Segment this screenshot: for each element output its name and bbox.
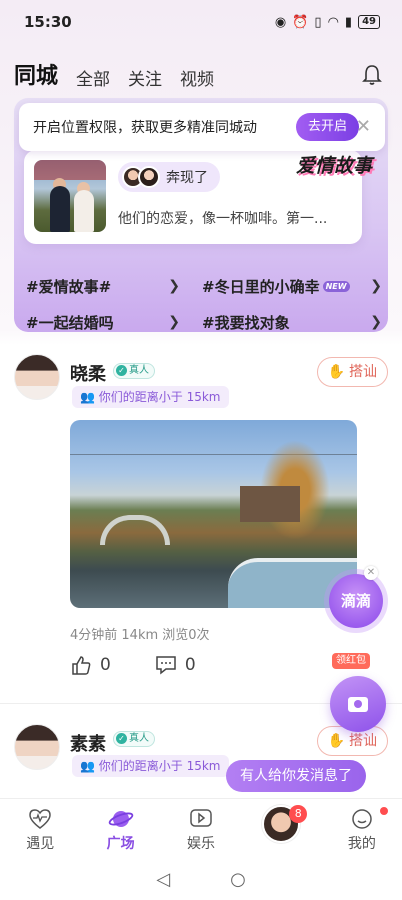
topic-label: #冬日里的小确幸 [202,277,320,296]
status-bar: 15:30 ◉ ⏰ ▯ ◠ ▮ 49 [0,0,402,44]
unread-badge: 8 [289,805,308,823]
post-meta: 4分钟前 14km 浏览0次 [70,628,210,643]
story-photo [34,160,106,232]
avatar[interactable] [14,724,60,770]
nav-label: 娱乐 [187,836,216,852]
bell-icon[interactable] [362,64,382,86]
users-icon: 👥 [80,759,99,773]
new-message-toast[interactable]: 有人给你发消息了 [226,760,366,792]
greet-label: 搭讪 [349,733,377,749]
verified-label: 真人 [129,365,149,376]
topic-item[interactable]: #一起结婚吗 ❯ [26,312,202,333]
topic-item[interactable]: #冬日里的小确幸 NEW ❯ [202,276,382,297]
nav-item-mine[interactable]: 我的 [322,799,402,858]
tab-all[interactable]: 全部 [76,65,110,90]
post-actions: 0 0 [70,654,196,676]
distance-label: 你们的距离小于 15km [98,390,221,404]
location-message: 开启位置权限，获取更多精准同城动 [33,120,257,136]
topic-item[interactable]: #爱情故事# ❯ [26,276,202,297]
new-badge: NEW [322,280,350,292]
check-icon: ✓ [116,733,127,744]
status-time: 15:30 [24,13,72,31]
wave-icon: ✋ [327,733,345,749]
pill-label: 奔现了 [166,170,208,186]
chevron-right-icon: ❯ [168,278,180,294]
enable-location-button[interactable]: 去开启 [296,113,360,141]
signal-icon: ▮ [344,14,353,30]
like-count: 0 [100,655,111,675]
distance-tag: 👥 你们的距离小于 15km [72,386,229,408]
face-icon [322,805,402,833]
nav-label: 广场 [106,836,135,852]
chevron-right-icon: ❯ [168,314,180,330]
topic-item[interactable]: #我要找对象 ❯ [202,312,382,333]
topic-label: #爱情故事# [26,277,112,296]
username[interactable]: 晓柔 [70,360,106,386]
verified-badge: ✓ 真人 [113,363,155,379]
comment-button[interactable]: 0 [155,654,196,676]
chevron-right-icon: ❯ [370,278,382,294]
users-icon: 👥 [80,390,99,404]
thumbs-up-icon [72,656,91,675]
nav-label: 我的 [347,836,376,852]
couple-pill: 奔现了 [118,162,220,192]
greet-button[interactable]: ✋ 搭讪 [316,357,388,387]
nav-item-square[interactable]: 广场 [80,799,160,858]
topic-label: #我要找对象 [202,313,290,332]
post-photo[interactable] [70,420,357,608]
topic-label: #一起结婚吗 [26,313,114,332]
location-permission-toast: 开启位置权限，获取更多精准同城动 去开启 ✕ [19,103,385,151]
nav-item-entertainment[interactable]: 娱乐 [161,799,241,858]
heartbeat-icon [0,805,80,833]
nav-item-messages[interactable]: 8 [241,799,321,858]
like-button[interactable]: 0 [70,654,111,676]
verified-badge: ✓ 真人 [113,731,155,747]
play-icon [161,805,241,833]
close-icon[interactable]: ✕ [356,116,371,137]
vibrate-icon: ▯ [314,14,322,30]
eye-icon: ◉ [274,14,287,30]
camera-post-button[interactable] [330,676,386,732]
username[interactable]: 素素 [70,730,106,756]
didi-float-button[interactable]: 滴滴 [329,574,383,628]
wave-icon: ✋ [327,364,345,380]
nav-item-meet[interactable]: 遇见 [0,799,80,858]
top-tabs: 同城 全部 关注 视频 [14,56,386,90]
tab-local[interactable]: 同城 [14,58,58,90]
alarm-icon: ⏰ [292,14,309,30]
wifi-icon: ◠ [327,14,339,30]
avatar[interactable] [14,354,60,400]
tab-video[interactable]: 视频 [180,65,214,90]
status-icons: ◉ ⏰ ▯ ◠ ▮ 49 [275,15,380,30]
red-packet-badge[interactable]: 领红包 [332,653,370,669]
back-icon[interactable]: ◁ [156,869,170,890]
topic-list: #爱情故事# ❯ #冬日里的小确幸 NEW ❯ #一起结婚吗 ❯ #我要找对象 … [26,268,382,340]
comment-icon [156,656,176,675]
notification-dot [379,807,388,815]
check-icon: ✓ [116,365,127,376]
distance-label: 你们的距离小于 15km [98,759,221,773]
system-nav-bar: ◁ ○ [0,858,402,900]
chevron-right-icon: ❯ [370,314,382,330]
avatar [138,166,160,188]
tab-following[interactable]: 关注 [128,65,162,90]
nav-label: 遇见 [26,836,55,852]
story-description: 他们的恋爱，像一杯咖啡。第一... [118,211,328,227]
home-icon[interactable]: ○ [230,869,246,890]
close-icon[interactable]: ✕ [364,566,378,580]
greet-label: 搭讪 [349,364,377,380]
love-story-badge: 爱情故事 [295,155,372,177]
comment-count: 0 [184,655,196,675]
distance-tag: 👥 你们的距离小于 15km [72,755,229,777]
verified-label: 真人 [129,733,149,744]
battery-indicator: 49 [358,15,380,29]
planet-icon [80,805,160,833]
bottom-nav: 遇见 广场 娱乐 8 我的 [0,798,402,858]
